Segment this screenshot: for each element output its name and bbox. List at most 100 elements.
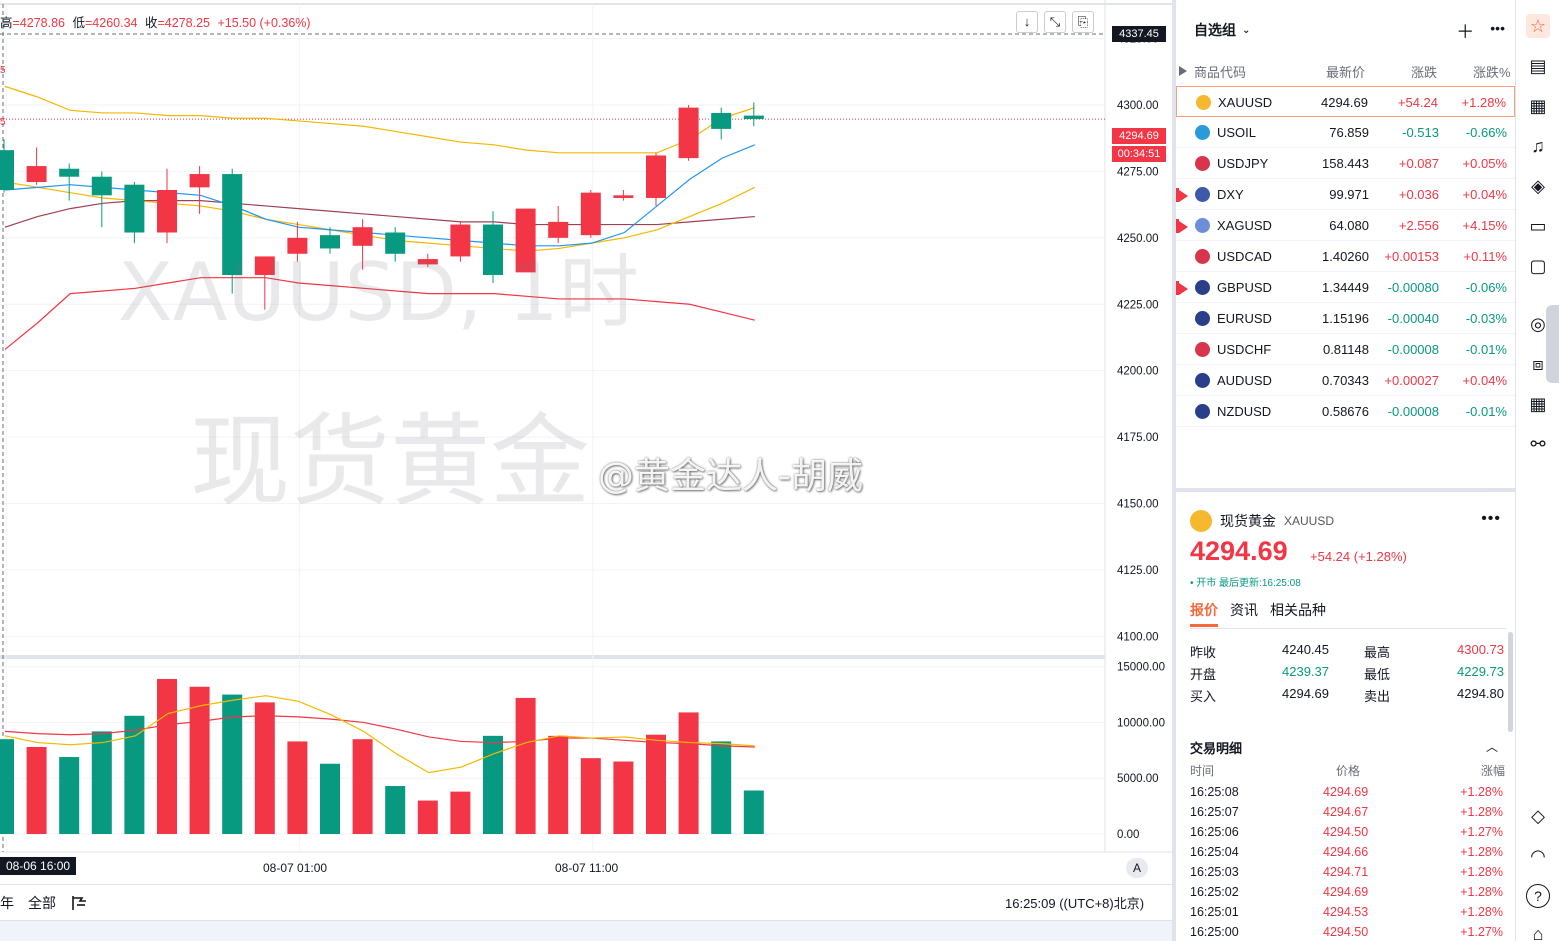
col-symbol[interactable]: 商品代码: [1194, 62, 1246, 81]
range-all-button[interactable]: 全部: [28, 893, 56, 913]
volume-bar: [26, 747, 47, 834]
watchlist-row[interactable]: GBPUSD 1.34449 -0.00080 -0.06%: [1176, 272, 1515, 303]
flag-marker-icon[interactable]: [1179, 190, 1188, 202]
row-pct: +1.28%: [1461, 95, 1506, 110]
detail-tabs: 报价 资讯 相关品种: [1190, 600, 1326, 627]
trade-pct: +1.28%: [1460, 885, 1503, 899]
candle-body: [743, 115, 764, 120]
row-symbol: USDCHF: [1217, 342, 1272, 357]
trade-row: 16:25:06 4294.50 +1.27%: [1176, 825, 1515, 845]
stats-icon[interactable]: ⚯: [1526, 432, 1550, 456]
crosshair-price-tag: 4337.45: [1112, 26, 1166, 42]
col-last[interactable]: 最新价: [1326, 62, 1365, 81]
watchlist-row[interactable]: USOIL 76.859 -0.513 -0.66%: [1176, 117, 1515, 148]
candle-body: [385, 232, 406, 254]
volume-ma-orange: [4, 695, 755, 774]
more-icon[interactable]: •••: [1481, 510, 1501, 528]
headset-icon[interactable]: ◠: [1526, 844, 1550, 868]
ma-line-red: [4, 277, 755, 350]
range-year-button[interactable]: 年: [0, 893, 14, 913]
volume-bar: [613, 761, 634, 834]
divider: [1190, 628, 1506, 629]
row-last: 76.859: [1329, 125, 1369, 140]
price-tick-label: 4175.00: [1117, 432, 1159, 444]
alerts-icon[interactable]: ♫: [1526, 134, 1550, 158]
high-label: 最高: [1364, 645, 1391, 660]
row-pct: -0.01%: [1465, 342, 1507, 357]
watchlist-row[interactable]: DXY 99.971 +0.036 +0.04%: [1176, 179, 1515, 210]
auto-scale-button[interactable]: A: [1126, 858, 1148, 878]
tab-news[interactable]: 资讯: [1230, 600, 1258, 627]
symbol-icon: [1195, 311, 1210, 326]
watchlist-row[interactable]: EURUSD 1.15196 -0.00040 -0.03%: [1176, 303, 1515, 334]
watchlist-row[interactable]: USDJPY 158.443 +0.087 +0.05%: [1176, 148, 1515, 179]
news-icon[interactable]: ▤: [1526, 54, 1550, 78]
more-icon[interactable]: •••: [1490, 18, 1505, 44]
timezone-clock[interactable]: 16:25:09 ((UTC+8)北京): [1005, 893, 1144, 912]
trade-row: 16:25:00 4294.50 +1.27%: [1176, 925, 1515, 941]
col-pct[interactable]: 涨跌%: [1473, 62, 1511, 81]
candle-body: [352, 227, 373, 246]
flag-marker-icon[interactable]: [1179, 221, 1188, 233]
row-last: 0.81148: [1322, 342, 1369, 357]
chat-icon[interactable]: ▢: [1526, 254, 1550, 278]
volume-bar: [646, 734, 666, 834]
candle-body: [548, 221, 569, 238]
layers-icon[interactable]: ◈: [1526, 174, 1550, 198]
volume-bar: [548, 735, 569, 834]
row-pct: -0.01%: [1465, 404, 1507, 419]
watchlist-row[interactable]: NZDUSD 0.58676 -0.00008 -0.01%: [1176, 396, 1515, 427]
chart-pane[interactable]: 4325.004300.004275.004250.004225.004200.…: [0, 0, 1172, 941]
video-icon[interactable]: ▭: [1526, 214, 1550, 238]
table-icon[interactable]: ▦: [1526, 392, 1550, 416]
compare-icon[interactable]: [70, 894, 88, 912]
tab-related[interactable]: 相关品种: [1270, 600, 1326, 627]
tab-quote[interactable]: 报价: [1190, 600, 1218, 627]
trade-pct: +1.28%: [1460, 805, 1503, 819]
candle-body: [124, 184, 145, 233]
price-chart[interactable]: 4325.004300.004275.004250.004225.004200.…: [0, 0, 1172, 884]
volume-bar: [711, 741, 732, 834]
flag-marker-icon[interactable]: [1179, 283, 1188, 295]
watchlist-row[interactable]: USDCHF 0.81148 -0.00008 -0.01%: [1176, 334, 1515, 365]
price-tick-label: 4150.00: [1117, 499, 1159, 511]
candle-body: [254, 256, 275, 276]
watchlist-icon[interactable]: ☆: [1526, 14, 1550, 38]
candle-body: [222, 174, 243, 276]
calendar-icon[interactable]: ▦: [1526, 94, 1550, 118]
col-change[interactable]: 涨跌: [1411, 62, 1437, 81]
collapse-icon[interactable]: ⤡: [1044, 11, 1066, 33]
symbol-icon: [1195, 342, 1210, 357]
volume-bar: [124, 715, 145, 834]
panel-collapse-handle[interactable]: [1546, 305, 1559, 383]
plus-icon[interactable]: ＋: [1456, 18, 1474, 44]
row-last: 64.080: [1329, 218, 1369, 233]
trade-row: 16:25:01 4294.53 +1.28%: [1176, 905, 1515, 925]
candle-body: [0, 150, 14, 190]
price-tick-label: 4250.00: [1117, 233, 1159, 245]
prev-close-label: 昨收: [1190, 645, 1217, 660]
watchlist-row[interactable]: XAGUSD 64.080 +2.556 +4.15%: [1176, 210, 1515, 241]
volume-bar: [483, 735, 503, 834]
watchlist-title[interactable]: 自选组 ⌄: [1194, 20, 1250, 40]
flag-col-icon: [1179, 66, 1187, 76]
arrow-down-icon[interactable]: ↓: [1016, 11, 1038, 33]
detail-price: 4294.69: [1190, 536, 1288, 566]
screenshot-icon[interactable]: ⎘: [1072, 11, 1094, 33]
scrollbar[interactable]: [1508, 632, 1513, 732]
time-label: 08-07 11:00: [555, 861, 619, 875]
volume-tick-label: 10000.00: [1117, 717, 1165, 729]
help-icon[interactable]: ?: [1526, 884, 1550, 908]
watchlist-row[interactable]: XAUUSD 4294.69 +54.24 +1.28%: [1176, 86, 1515, 117]
watchlist-row[interactable]: USDCAD 1.40260 +0.00153 +0.11%: [1176, 241, 1515, 272]
cursor-time-label: 08-06 16:00: [0, 857, 77, 875]
price-tick-label: 4225.00: [1117, 299, 1159, 311]
volume-bar: [450, 791, 471, 834]
watchlist-row[interactable]: AUDUSD 0.70343 +0.00027 +0.04%: [1176, 365, 1515, 396]
user-icon[interactable]: ⌂: [1526, 922, 1550, 941]
right-toolbar: ☆ ▤ ▦ ♫ ◈ ▭ ▢ ◎ ⧈ ▦ ⚯ ◇ ◠ ? ⌂: [1515, 0, 1559, 941]
trade-price: 4294.53: [1323, 905, 1369, 919]
chevron-up-icon[interactable]: ︿: [1486, 738, 1498, 755]
handshake-icon[interactable]: ◇: [1526, 804, 1550, 828]
candle-body: [287, 237, 308, 254]
